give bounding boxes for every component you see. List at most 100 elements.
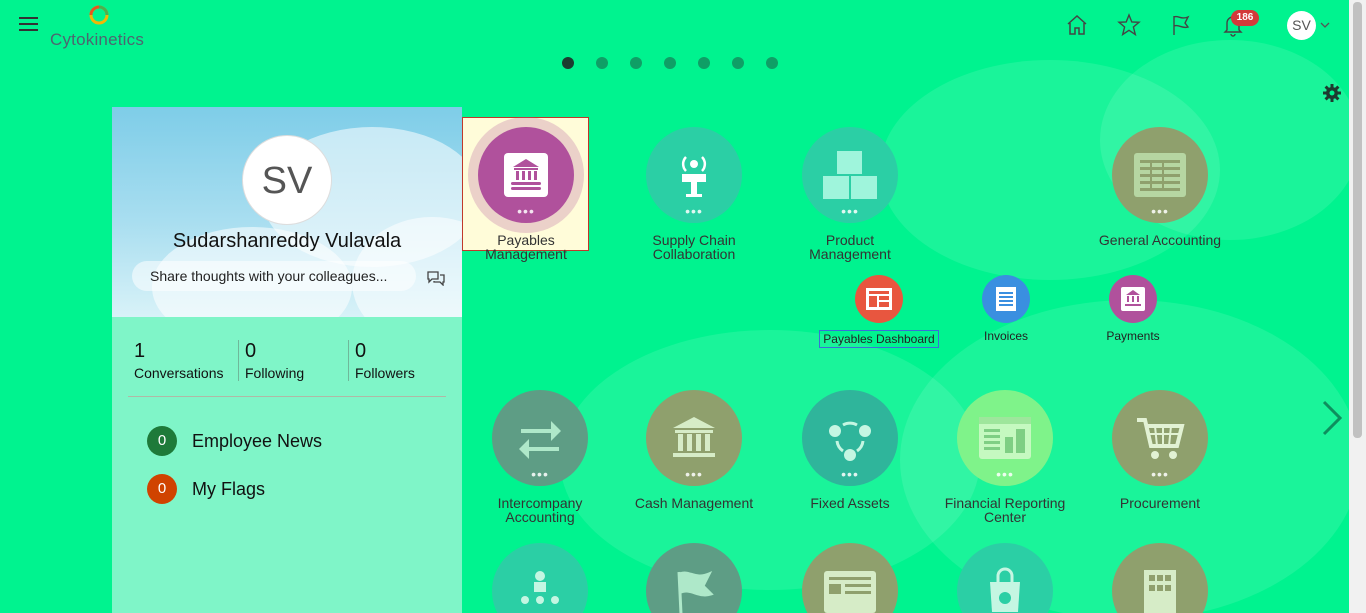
stat-following[interactable]: 0 Following [238, 340, 348, 381]
tile-icon-circle: ••• [646, 390, 742, 486]
tile-financial-reporting-center[interactable]: ••• Financial Reporting Center [925, 390, 1085, 524]
tile-icon-circle: ••• [1112, 390, 1208, 486]
tile-product-management[interactable]: ••• Product Management [770, 127, 930, 261]
feed-employee-news[interactable]: 0 Employee News [147, 426, 322, 456]
tile-label: General Accounting [1098, 232, 1222, 248]
tile-icon-circle: ••• [478, 127, 574, 223]
boxes-icon [823, 151, 877, 199]
more-icon[interactable]: ••• [802, 467, 898, 481]
logo-mark-icon [89, 5, 109, 25]
stat-label: Conversations [134, 365, 224, 381]
tile-procurement[interactable]: ••• Procurement [1080, 390, 1240, 510]
more-icon[interactable]: ••• [802, 204, 898, 218]
tile-icon-circle [646, 543, 742, 613]
feed-count-badge: 0 [147, 426, 177, 456]
gear-icon[interactable] [1322, 83, 1342, 103]
stat-count: 0 [245, 340, 257, 362]
divider [128, 396, 446, 397]
feed-count-badge: 0 [147, 474, 177, 504]
document-icon [996, 287, 1016, 311]
tile-icon-circle [1112, 543, 1208, 613]
subtile-payables-dashboard[interactable]: Payables Dashboard [819, 275, 939, 348]
flag-icon [677, 571, 714, 613]
subtile-icon-circle [982, 275, 1030, 323]
subtile-label: Payments [1106, 329, 1160, 343]
stat-label: Followers [355, 365, 415, 381]
feed-label: My Flags [192, 478, 266, 499]
page-dot[interactable] [664, 57, 676, 69]
subtile-payments[interactable]: Payments [1073, 275, 1193, 342]
tile-intercompany-accounting[interactable]: ••• Intercompany Accounting [460, 390, 620, 524]
radio-tower-icon [681, 156, 707, 197]
workspace-icon [824, 571, 876, 613]
stat-count: 0 [355, 340, 367, 362]
more-icon[interactable]: ••• [646, 204, 742, 218]
tile-icon-circle: ••• [957, 390, 1053, 486]
stat-followers[interactable]: 0 Followers [348, 340, 458, 381]
page-dot[interactable] [562, 57, 574, 69]
bank-icon [1121, 287, 1145, 311]
page-indicator [562, 57, 778, 69]
home-icon[interactable] [1064, 12, 1090, 38]
dashboard-icon [866, 288, 892, 310]
tile-payables-management[interactable]: ••• Payables Management [446, 127, 606, 261]
more-icon[interactable]: ••• [957, 467, 1053, 481]
tile-supply-chain-collaboration[interactable]: ••• Supply Chain Collaboration [614, 127, 774, 261]
user-avatar[interactable]: SV [1287, 11, 1316, 40]
subtile-label: Payables Dashboard [819, 330, 939, 348]
page-dot[interactable] [732, 57, 744, 69]
subtile-label: Invoices [983, 329, 1029, 343]
share-thoughts-input[interactable] [132, 261, 416, 291]
building-icon [1144, 570, 1176, 613]
favorites-star-icon[interactable] [1116, 12, 1142, 38]
bank-icon [673, 417, 715, 457]
tile-label: Payables Management [485, 232, 567, 262]
menu-icon[interactable] [19, 17, 38, 33]
page-dot[interactable] [596, 57, 608, 69]
shopping-bag-icon [990, 567, 1020, 612]
tile-org-structure[interactable] [460, 543, 620, 613]
tile-icon-circle: ••• [646, 127, 742, 223]
stat-conversations[interactable]: 1 Conversations [128, 340, 238, 381]
tile-general-accounting[interactable]: ••• General Accounting [1080, 127, 1240, 247]
more-icon[interactable]: ••• [1112, 204, 1208, 218]
tile-fixed-assets[interactable]: ••• Fixed Assets [770, 390, 930, 510]
ledger-icon [1134, 153, 1186, 197]
profile-banner: SV Sudarshanreddy Vulavala [112, 107, 462, 317]
tile-shopping[interactable] [925, 543, 1085, 613]
page-dot[interactable] [698, 57, 710, 69]
tile-building[interactable] [1080, 543, 1240, 613]
subtile-invoices[interactable]: Invoices [946, 275, 1066, 342]
feed-my-flags[interactable]: 0 My Flags [147, 474, 265, 504]
scrollbar[interactable] [1349, 0, 1366, 613]
subtile-icon-circle [855, 275, 903, 323]
chat-bubble-icon[interactable] [427, 270, 445, 286]
page-dot[interactable] [630, 57, 642, 69]
subtile-icon-circle [1109, 275, 1157, 323]
more-icon[interactable]: ••• [1112, 467, 1208, 481]
tile-icon-circle: ••• [1112, 127, 1208, 223]
profile-avatar[interactable]: SV [242, 135, 332, 225]
tile-label: Procurement [1119, 495, 1201, 511]
tile-icon-circle: ••• [492, 390, 588, 486]
chevron-right-icon[interactable] [1320, 398, 1344, 438]
bank-icon [504, 153, 548, 197]
cycle-icon [829, 421, 871, 461]
more-icon[interactable]: ••• [492, 467, 588, 481]
stat-label: Following [245, 365, 305, 381]
profile-name[interactable]: Sudarshanreddy Vulavala [112, 230, 462, 253]
tile-cash-management[interactable]: ••• Cash Management [614, 390, 774, 510]
watchlist-flag-icon[interactable] [1168, 12, 1194, 38]
more-icon[interactable]: ••• [478, 204, 574, 218]
cart-icon [1137, 418, 1185, 459]
tile-flag[interactable] [614, 543, 774, 613]
tile-workspace[interactable] [770, 543, 930, 613]
chevron-down-icon[interactable] [1319, 20, 1331, 30]
tile-icon-circle [957, 543, 1053, 613]
scrollbar-thumb[interactable] [1353, 2, 1362, 438]
company-logo[interactable]: Cytokinetics [50, 4, 160, 49]
more-icon[interactable]: ••• [646, 467, 742, 481]
tile-label: Supply Chain Collaboration [652, 232, 736, 262]
page-dot[interactable] [766, 57, 778, 69]
tile-icon-circle: ••• [802, 127, 898, 223]
